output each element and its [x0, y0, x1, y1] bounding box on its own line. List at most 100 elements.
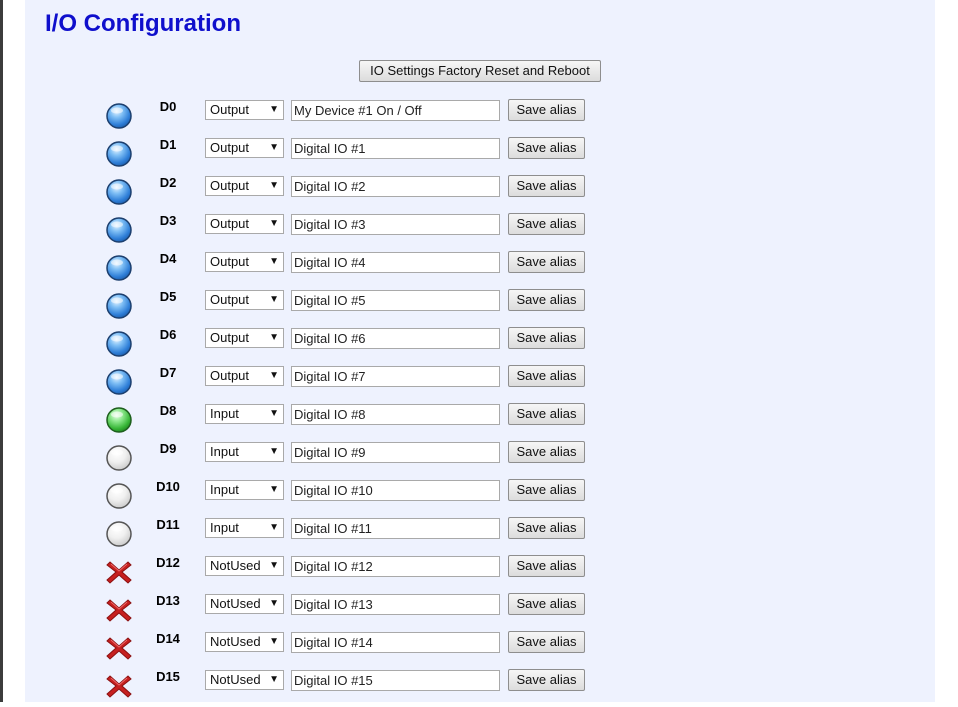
mode-value: Output [210, 140, 250, 155]
led-blue-icon [106, 141, 132, 167]
alias-input[interactable] [291, 290, 500, 311]
alias-input[interactable] [291, 442, 500, 463]
mode-select[interactable]: Output ▼ [205, 328, 284, 348]
alias-input[interactable] [291, 404, 500, 425]
dropdown-arrow-icon: ▼ [269, 598, 279, 609]
alias-input[interactable] [291, 214, 500, 235]
io-row: D6 Output ▼ Save alias [0, 327, 958, 365]
factory-reset-button[interactable]: IO Settings Factory Reset and Reboot [359, 60, 601, 82]
pin-label: D2 [159, 175, 177, 190]
mode-select[interactable]: Output ▼ [205, 366, 284, 386]
mode-select[interactable]: Input ▼ [205, 518, 284, 538]
save-alias-button[interactable]: Save alias [508, 631, 585, 653]
save-alias-button[interactable]: Save alias [508, 593, 585, 615]
mode-value: NotUsed [210, 558, 261, 573]
alias-input[interactable] [291, 670, 500, 691]
alias-input[interactable] [291, 632, 500, 653]
not-used-x-icon [106, 635, 132, 661]
alias-input[interactable] [291, 366, 500, 387]
pin-label: D9 [159, 441, 177, 456]
alias-input[interactable] [291, 518, 500, 539]
save-alias-button[interactable]: Save alias [508, 99, 585, 121]
mode-value: NotUsed [210, 672, 261, 687]
mode-value: Output [210, 292, 250, 307]
save-alias-button[interactable]: Save alias [508, 479, 585, 501]
led-blue-icon [106, 217, 132, 243]
save-alias-button[interactable]: Save alias [508, 669, 585, 691]
mode-select[interactable]: Output ▼ [205, 290, 284, 310]
mode-select[interactable]: Output ▼ [205, 252, 284, 272]
mode-select[interactable]: Input ▼ [205, 442, 284, 462]
pin-label: D1 [159, 137, 177, 152]
save-alias-button[interactable]: Save alias [508, 555, 585, 577]
save-alias-button[interactable]: Save alias [508, 441, 585, 463]
mode-select[interactable]: Output ▼ [205, 100, 284, 120]
alias-input[interactable] [291, 480, 500, 501]
alias-input[interactable] [291, 556, 500, 577]
mode-value: Output [210, 368, 250, 383]
save-alias-button[interactable]: Save alias [508, 137, 585, 159]
dropdown-arrow-icon: ▼ [269, 218, 279, 229]
mode-value: Output [210, 102, 250, 117]
dropdown-arrow-icon: ▼ [269, 256, 279, 267]
mode-select[interactable]: Input ▼ [205, 480, 284, 500]
mode-select[interactable]: NotUsed ▼ [205, 632, 284, 652]
save-alias-button[interactable]: Save alias [508, 213, 585, 235]
pin-label: D4 [159, 251, 177, 266]
io-row: D1 Output ▼ Save alias [0, 137, 958, 175]
led-off-icon [106, 445, 132, 471]
page-title: I/O Configuration [45, 10, 241, 37]
pin-label: D14 [156, 631, 180, 646]
pin-label: D7 [159, 365, 177, 380]
mode-select[interactable]: Output ▼ [205, 214, 284, 234]
mode-select[interactable]: NotUsed ▼ [205, 556, 284, 576]
mode-value: Output [210, 216, 250, 231]
pin-label: D0 [159, 99, 177, 114]
alias-input[interactable] [291, 100, 500, 121]
alias-input[interactable] [291, 138, 500, 159]
save-alias-button[interactable]: Save alias [508, 251, 585, 273]
pin-label: D5 [159, 289, 177, 304]
pin-label: D13 [156, 593, 180, 608]
dropdown-arrow-icon: ▼ [269, 484, 279, 495]
alias-input[interactable] [291, 252, 500, 273]
save-alias-button[interactable]: Save alias [508, 517, 585, 539]
save-alias-button[interactable]: Save alias [508, 403, 585, 425]
io-row: D4 Output ▼ Save alias [0, 251, 958, 289]
not-used-x-icon [106, 597, 132, 623]
io-row: D8 Input ▼ Save alias [0, 403, 958, 441]
led-off-icon [106, 483, 132, 509]
dropdown-arrow-icon: ▼ [269, 104, 279, 115]
alias-input[interactable] [291, 594, 500, 615]
mode-value: Output [210, 330, 250, 345]
mode-value: Input [210, 482, 239, 497]
mode-select[interactable]: NotUsed ▼ [205, 670, 284, 690]
dropdown-arrow-icon: ▼ [269, 408, 279, 419]
mode-select[interactable]: Input ▼ [205, 404, 284, 424]
io-row: D13 NotUsed ▼ Save alias [0, 593, 958, 631]
mode-select[interactable]: Output ▼ [205, 176, 284, 196]
alias-input[interactable] [291, 176, 500, 197]
dropdown-arrow-icon: ▼ [269, 636, 279, 647]
save-alias-button[interactable]: Save alias [508, 289, 585, 311]
dropdown-arrow-icon: ▼ [269, 674, 279, 685]
dropdown-arrow-icon: ▼ [269, 294, 279, 305]
save-alias-button[interactable]: Save alias [508, 175, 585, 197]
dropdown-arrow-icon: ▼ [269, 446, 279, 457]
io-row: D5 Output ▼ Save alias [0, 289, 958, 327]
mode-select[interactable]: Output ▼ [205, 138, 284, 158]
alias-input[interactable] [291, 328, 500, 349]
dropdown-arrow-icon: ▼ [269, 142, 279, 153]
pin-label: D12 [156, 555, 180, 570]
pin-label: D11 [156, 517, 180, 532]
led-blue-icon [106, 103, 132, 129]
dropdown-arrow-icon: ▼ [269, 180, 279, 191]
mode-select[interactable]: NotUsed ▼ [205, 594, 284, 614]
save-alias-button[interactable]: Save alias [508, 365, 585, 387]
save-alias-button[interactable]: Save alias [508, 327, 585, 349]
pin-label: D3 [159, 213, 177, 228]
mode-value: Output [210, 254, 250, 269]
mode-value: Input [210, 406, 239, 421]
io-row: D7 Output ▼ Save alias [0, 365, 958, 403]
io-row: D0 Output ▼ Save alias [0, 99, 958, 137]
